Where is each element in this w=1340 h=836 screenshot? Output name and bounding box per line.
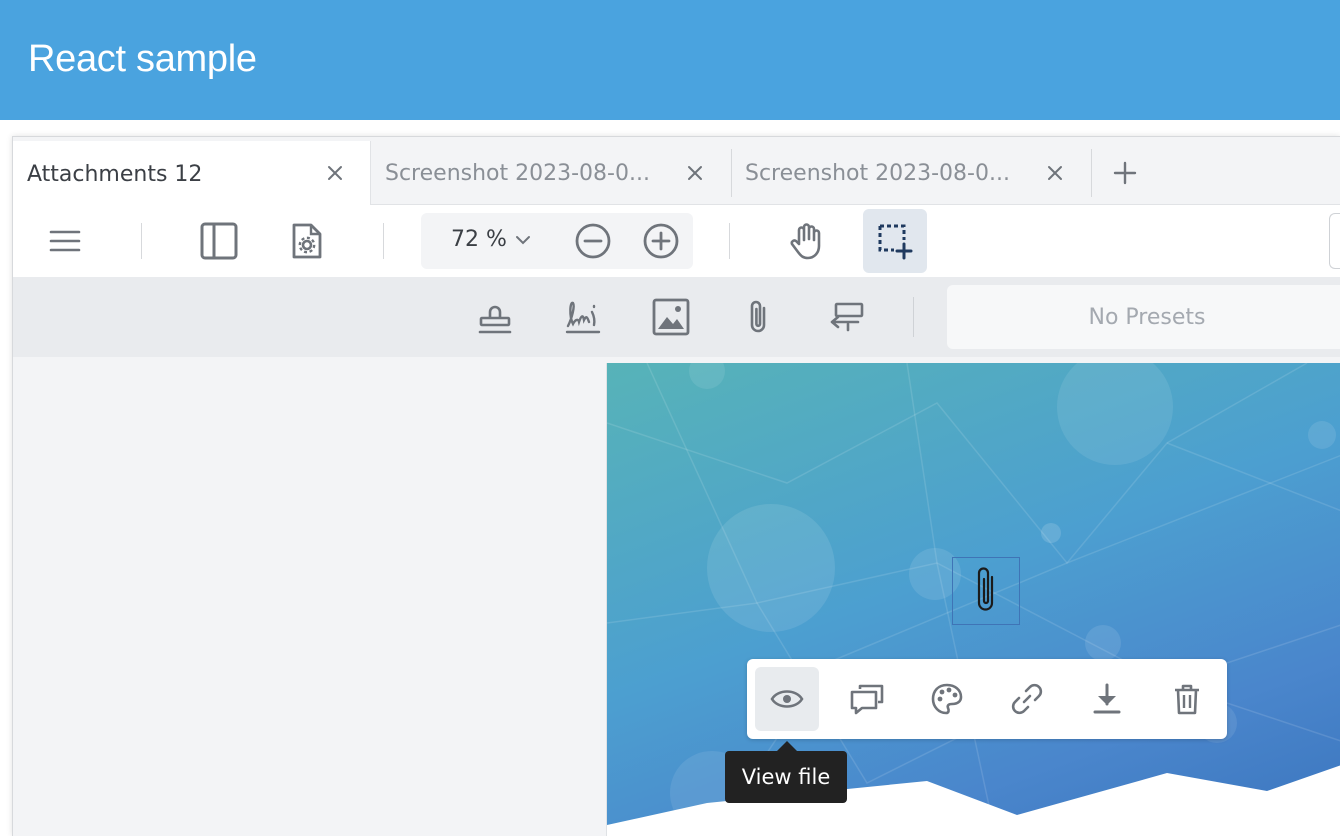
document-page: View file: [606, 363, 1340, 836]
style-button[interactable]: [915, 667, 979, 731]
trash-icon: [1175, 684, 1199, 715]
attachment-actions-popup: [747, 659, 1227, 739]
link-button[interactable]: [995, 667, 1059, 731]
main-toolbar: 72 %: [13, 205, 1340, 277]
signature-tool-button[interactable]: [555, 289, 611, 345]
toolbar-divider: [383, 223, 384, 259]
tab-label: Attachments 12: [27, 161, 203, 187]
image-icon: [652, 298, 690, 336]
image-tool-button[interactable]: [643, 289, 699, 345]
tooltip-arrow: [777, 741, 797, 751]
zoom-dropdown[interactable]: 72 %: [451, 227, 507, 252]
toolbar-divider: [141, 223, 142, 259]
close-icon[interactable]: [681, 159, 709, 187]
close-icon[interactable]: [321, 159, 349, 187]
zoom-out-icon: [575, 223, 611, 259]
tab-attachments[interactable]: Attachments 12: [13, 141, 371, 207]
pan-tool-button[interactable]: [779, 213, 835, 269]
chevron-down-icon[interactable]: [515, 233, 531, 251]
tab-screenshot-2[interactable]: Screenshot 2023-08-0...: [731, 141, 1091, 205]
app-title: React sample: [28, 38, 257, 80]
zoom-in-button[interactable]: [633, 213, 689, 269]
redact-tool-button[interactable]: [819, 289, 875, 345]
close-icon[interactable]: [1041, 159, 1069, 187]
toggle-sidebar-button[interactable]: [191, 213, 247, 269]
file-settings-icon: [292, 223, 322, 259]
tab-label: Screenshot 2023-08-0...: [385, 160, 650, 186]
stamp-tool-button[interactable]: [467, 289, 523, 345]
attachment-icon: [977, 567, 994, 611]
menu-icon: [49, 230, 81, 252]
document-settings-button[interactable]: [279, 213, 335, 269]
document-viewer: Attachments 12 Screenshot 2023-08-0... S…: [12, 136, 1340, 836]
menu-button[interactable]: [37, 213, 93, 269]
view-file-button[interactable]: [755, 667, 819, 731]
zoom-control: 72 %: [421, 213, 693, 269]
presets-dropdown[interactable]: No Presets: [947, 285, 1340, 349]
redact-icon: [830, 302, 864, 332]
toolbar-overflow-box[interactable]: [1329, 213, 1340, 269]
link-icon: [1011, 683, 1043, 715]
view-file-tooltip: View file: [725, 751, 847, 803]
sidebar-area: [13, 357, 605, 836]
signature-icon: [565, 301, 601, 334]
tab-divider: [1091, 149, 1092, 197]
add-tab-button[interactable]: [1107, 155, 1143, 191]
plus-icon: [1113, 161, 1137, 185]
tab-screenshot-1[interactable]: Screenshot 2023-08-0...: [371, 141, 729, 205]
app-header: React sample: [0, 0, 1340, 120]
annotation-toolbar: No Presets: [13, 277, 1340, 357]
marquee-select-button[interactable]: [863, 209, 927, 273]
palette-icon: [931, 683, 963, 715]
download-button[interactable]: [1075, 667, 1139, 731]
file-attachment-annotation[interactable]: [952, 557, 1020, 625]
comment-button[interactable]: [835, 667, 899, 731]
eye-icon: [770, 690, 804, 708]
marquee-select-icon: [878, 224, 913, 260]
comment-icon: [850, 684, 884, 715]
stamp-icon: [478, 305, 512, 334]
toolbar-divider: [729, 223, 730, 259]
zoom-out-button[interactable]: [565, 213, 621, 269]
pan-hand-icon: [790, 223, 821, 260]
download-icon: [1093, 683, 1121, 714]
attachment-icon: [750, 300, 766, 333]
delete-button[interactable]: [1155, 667, 1219, 731]
tab-label: Screenshot 2023-08-0...: [745, 160, 1010, 186]
attachment-tool-button[interactable]: [731, 289, 787, 345]
zoom-in-icon: [643, 223, 679, 259]
panel-icon: [200, 222, 238, 260]
toolbar-divider: [913, 297, 914, 337]
tab-bar: Attachments 12 Screenshot 2023-08-0... S…: [13, 137, 1340, 207]
